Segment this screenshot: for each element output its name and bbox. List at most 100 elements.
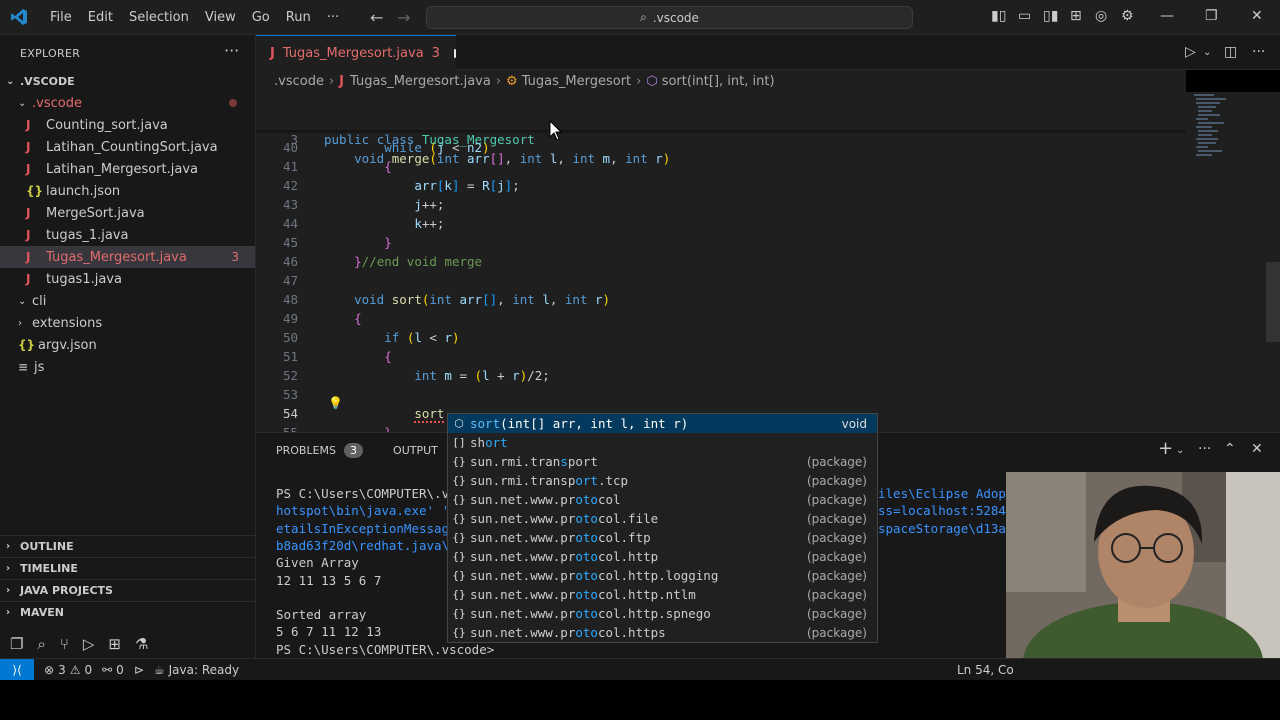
- lightbulb-icon[interactable]: 💡: [328, 396, 343, 410]
- file-item[interactable]: J Latihan_Mergesort.java: [0, 158, 255, 180]
- breadcrumb-class[interactable]: Tugas_Mergesort: [522, 74, 631, 89]
- menu-edit[interactable]: Edit: [80, 10, 121, 25]
- label-part: col.file: [597, 511, 659, 526]
- breadcrumb-method[interactable]: sort(int[], int, int): [662, 74, 775, 89]
- menu-run[interactable]: Run: [278, 10, 319, 25]
- menu-selection[interactable]: Selection: [121, 10, 197, 25]
- section-maven[interactable]: › MAVEN: [0, 601, 255, 623]
- back-arrow-icon[interactable]: ←: [370, 8, 383, 27]
- forward-arrow-icon[interactable]: →: [397, 8, 410, 27]
- suggestion-item[interactable]: ⬡ sort(int[] arr, int l, int r) void: [448, 414, 877, 433]
- tree-item[interactable]: {} argv.json: [0, 334, 255, 356]
- file-item[interactable]: J Latihan_CountingSort.java: [0, 136, 255, 158]
- section-java-projects[interactable]: › JAVA PROJECTS: [0, 579, 255, 601]
- source-control-icon[interactable]: ⑂: [60, 635, 69, 653]
- suggestion-item[interactable]: {} sun.rmi.transport.tcp (package): [448, 471, 877, 490]
- file-item[interactable]: Jtugas1.java: [0, 268, 255, 290]
- tree-item[interactable]: ≡ js: [0, 356, 255, 378]
- files-icon[interactable]: ❐: [10, 635, 23, 653]
- java-file-icon: J: [26, 250, 31, 264]
- suggestion-item[interactable]: {} sun.rmi.transport (package): [448, 452, 877, 471]
- suggestion-item[interactable]: {} sun.net.www.protocol.http.ntlm (package…: [448, 585, 877, 604]
- code-line: 43 j++;: [256, 195, 1186, 214]
- restore-icon[interactable]: ❐: [1205, 8, 1218, 24]
- file-label: Tugas_Mergesort.java: [46, 249, 187, 265]
- menu-go[interactable]: Go: [244, 10, 278, 25]
- more-actions-icon[interactable]: ···: [1252, 44, 1265, 60]
- run-icon[interactable]: ⊳: [134, 663, 144, 677]
- run-debug-icon[interactable]: ▷: [83, 635, 95, 653]
- tree-root[interactable]: ⌄ .VSCODE: [0, 70, 255, 92]
- menu-file[interactable]: File: [42, 10, 80, 25]
- maximize-panel-icon[interactable]: ⌃: [1224, 441, 1236, 457]
- code-line: 47: [256, 271, 1186, 290]
- unsaved-dot-icon[interactable]: [453, 48, 456, 58]
- toggle-panel-icon[interactable]: ▭: [1018, 8, 1031, 24]
- suggestion-item[interactable]: {} sun.net.www.protocol.file (package): [448, 509, 877, 528]
- chevron-right-icon: ›: [328, 73, 335, 89]
- ports-status[interactable]: ⚯ 0: [102, 663, 124, 677]
- more-actions-icon[interactable]: ···: [224, 41, 239, 60]
- suggestion-item[interactable]: {} sun.net.www.protocol.http (package): [448, 547, 877, 566]
- terminal-line: PS C:\Users\COMPUTER\.vscode>: [276, 641, 495, 657]
- extensions-icon[interactable]: ⊞: [108, 635, 121, 653]
- chevron-right-icon: ›: [636, 73, 642, 89]
- chevron-down-icon[interactable]: ⌄: [1176, 445, 1184, 456]
- breadcrumb: .vscode › J Tugas_Mergesort.java › ⚙ Tug…: [256, 70, 1186, 92]
- suggestion-item[interactable]: {} sun.net.www.protocol.http.logging (pack…: [448, 566, 877, 585]
- editor-scrollbar[interactable]: [1266, 262, 1280, 342]
- code-editor[interactable]: 1 public class Tugas_Mergesort 3 void me…: [256, 92, 1280, 432]
- code-text: {: [384, 349, 392, 364]
- file-item[interactable]: J Counting_sort.java: [0, 114, 255, 136]
- cursor-position[interactable]: Ln 54, Co: [957, 663, 1014, 677]
- suggestion-item[interactable]: {} sun.net.www.protocol.https (package): [448, 623, 877, 642]
- tree-item[interactable]: ⌄ cli: [0, 290, 255, 312]
- java-file-icon: J: [26, 162, 31, 176]
- menu-more[interactable]: ···: [319, 10, 347, 25]
- section-timeline[interactable]: › TIMELINE: [0, 557, 255, 579]
- suggestion-label: sun.rmi.transport: [470, 454, 598, 469]
- testing-icon[interactable]: ⚗: [135, 635, 148, 653]
- add-terminal-icon[interactable]: +: [1158, 438, 1173, 459]
- file-label: Latihan_Mergesort.java: [46, 161, 198, 177]
- tab-output[interactable]: OUTPUT: [393, 444, 438, 457]
- more-actions-icon[interactable]: ···: [1198, 441, 1211, 457]
- file-item[interactable]: J Tugas_Mergesort.java 3: [0, 246, 255, 268]
- breadcrumb-folder[interactable]: .vscode: [274, 74, 324, 89]
- chevron-down-icon[interactable]: ⌄: [1203, 47, 1211, 58]
- file-item[interactable]: J MergeSort.java: [0, 202, 255, 224]
- run-icon[interactable]: ▷: [1185, 44, 1196, 60]
- toggle-secondary-sidebar-icon[interactable]: ▯▮: [1043, 8, 1058, 24]
- file-item[interactable]: {} launch.json: [0, 180, 255, 202]
- label-part: sun.net.www.pr: [470, 492, 576, 507]
- java-status[interactable]: ☕ Java: Ready: [154, 663, 239, 677]
- suggestion-item[interactable]: [] short: [448, 433, 877, 452]
- section-outline[interactable]: › OUTLINE: [0, 535, 255, 557]
- tab-problems[interactable]: PROBLEMS 3: [276, 443, 364, 458]
- tab-tugas-mergesort[interactable]: J Tugas_Mergesort.java 3: [256, 35, 456, 70]
- activity-icons: ❐ ⌕ ⑂ ▷ ⊞ ⚗: [0, 630, 256, 658]
- suggestion-item[interactable]: {} sun.net.www.protocol.ftp (package): [448, 528, 877, 547]
- suggestion-item[interactable]: {} sun.net.www.protocol (package): [448, 490, 877, 509]
- suggest-widget[interactable]: ⬡ sort(int[] arr, int l, int r) void[] shor…: [447, 413, 878, 643]
- problem-badge: 3: [231, 250, 239, 264]
- tree-folder-vscode[interactable]: ⌄ .vscode: [0, 92, 255, 114]
- customize-layout-icon[interactable]: ⊞: [1070, 8, 1082, 24]
- breadcrumb-file[interactable]: Tugas_Mergesort.java: [350, 74, 491, 89]
- search-icon[interactable]: ⌕: [37, 635, 45, 653]
- split-editor-icon[interactable]: ◫: [1224, 44, 1237, 60]
- close-icon[interactable]: ✕: [1251, 8, 1263, 24]
- code-line: 42 arr[k] = R[j];: [256, 176, 1186, 195]
- gear-icon[interactable]: ⚙: [1121, 8, 1134, 24]
- file-item[interactable]: Jtugas_1.java: [0, 224, 255, 246]
- remote-icon[interactable]: ⟩⟨: [0, 658, 34, 681]
- tree-item[interactable]: › extensions: [0, 312, 255, 334]
- command-center-search[interactable]: ⌕ .vscode: [426, 6, 913, 29]
- problems-status[interactable]: ⊗ 3 ⚠ 0: [44, 663, 92, 677]
- menu-view[interactable]: View: [197, 10, 244, 25]
- close-panel-icon[interactable]: ✕: [1251, 441, 1263, 457]
- toggle-sidebar-icon[interactable]: ▮▯: [991, 8, 1006, 24]
- suggestion-item[interactable]: {} sun.net.www.protocol.http.spnego (packa…: [448, 604, 877, 623]
- minimize-icon[interactable]: —: [1160, 8, 1174, 24]
- account-icon[interactable]: ◎: [1095, 8, 1107, 24]
